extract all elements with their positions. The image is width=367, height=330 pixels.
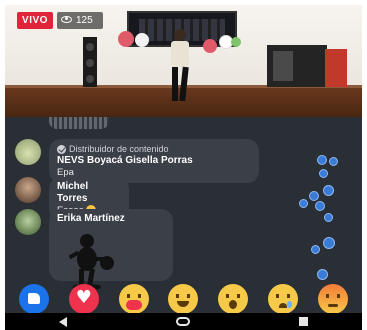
reactions-bar bbox=[5, 284, 362, 314]
live-badge: VIVO bbox=[17, 12, 53, 29]
avatar[interactable] bbox=[15, 139, 41, 165]
haha-icon[interactable] bbox=[168, 284, 199, 314]
eye-icon bbox=[61, 15, 72, 23]
angry-icon[interactable] bbox=[317, 284, 348, 314]
floating-like-icon bbox=[329, 157, 338, 166]
floating-like-icon bbox=[319, 169, 328, 178]
video-cabinet bbox=[267, 45, 347, 87]
floating-like-icon bbox=[309, 191, 319, 201]
floating-like-icon bbox=[299, 199, 308, 208]
comment-meta: Distribuidor de contenido bbox=[69, 144, 169, 154]
love-icon[interactable] bbox=[68, 284, 99, 314]
like-icon[interactable] bbox=[18, 284, 49, 314]
floating-like-icon bbox=[317, 269, 328, 280]
care-icon[interactable] bbox=[118, 284, 149, 314]
floating-like-icon bbox=[315, 201, 325, 211]
comment-author[interactable]: NEVS Boyacá Gisella Porras bbox=[57, 155, 251, 167]
comment-bubble[interactable]: Erika Martínez bbox=[49, 209, 173, 290]
home-icon[interactable] bbox=[175, 317, 190, 326]
floating-like-icon bbox=[323, 237, 335, 249]
recents-icon[interactable] bbox=[298, 317, 308, 326]
floating-like-icon bbox=[311, 245, 320, 254]
content-distributor-icon bbox=[57, 144, 66, 154]
viewer-count: 125 bbox=[76, 15, 93, 26]
video-speaker bbox=[83, 37, 97, 87]
android-nav-bar bbox=[5, 313, 362, 330]
floating-like-icon bbox=[317, 155, 327, 165]
back-icon[interactable] bbox=[59, 316, 68, 327]
video-performer bbox=[165, 29, 195, 105]
live-video-player[interactable]: VIVO 125 bbox=[5, 5, 362, 117]
comments-feed[interactable]: Distribuidor de contenido NEVS Boyacá Gi… bbox=[5, 117, 362, 290]
live-video-screen: VIVO 125 Distribuidor de contenido NEVS … bbox=[5, 5, 362, 330]
cartoon-sticker-icon bbox=[68, 234, 114, 290]
comment-author[interactable]: Michel Torres bbox=[57, 181, 121, 205]
floating-like-icon bbox=[323, 185, 334, 196]
avatar[interactable] bbox=[15, 177, 41, 203]
avatar[interactable] bbox=[15, 209, 41, 235]
comment-author[interactable]: Erika Martínez bbox=[57, 213, 165, 225]
viewer-count-badge: 125 bbox=[57, 12, 103, 29]
comment-item: Erika Martínez bbox=[15, 209, 173, 290]
sad-icon[interactable] bbox=[268, 284, 299, 314]
floating-like-icon bbox=[324, 213, 333, 222]
wow-icon[interactable] bbox=[218, 284, 249, 314]
